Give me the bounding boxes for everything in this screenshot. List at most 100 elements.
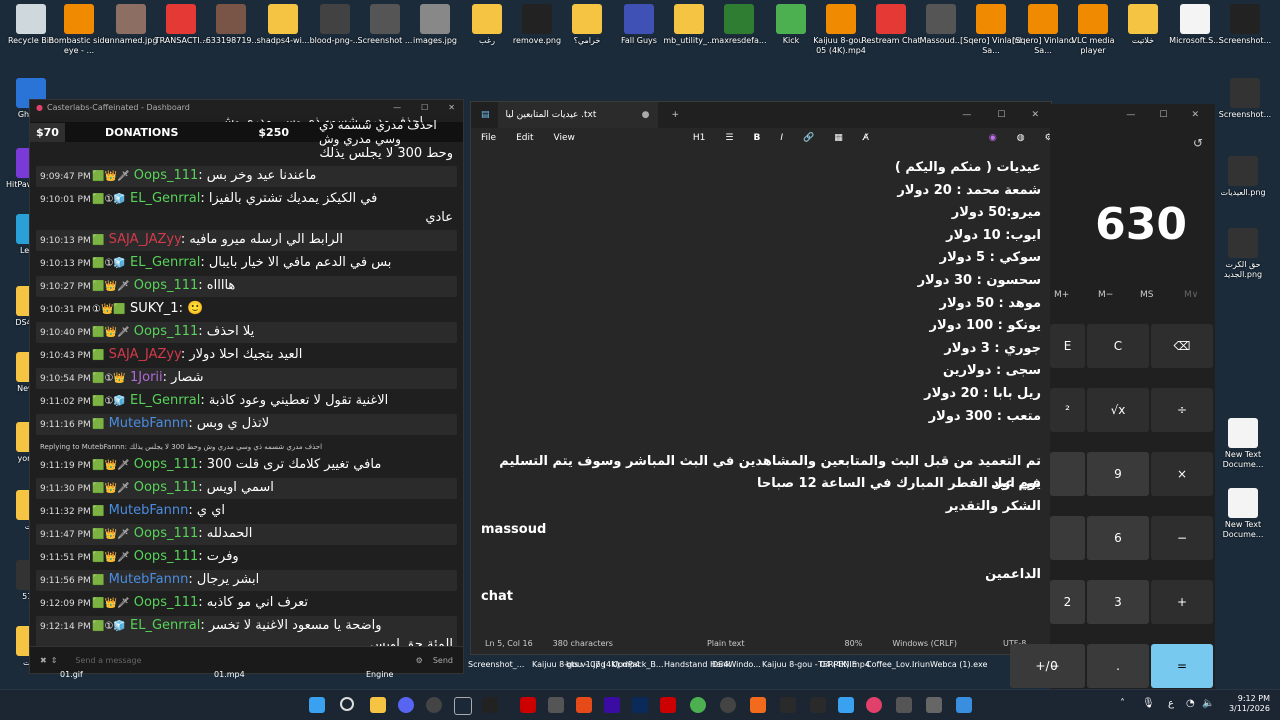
chat-username[interactable]: MutebFannn xyxy=(109,572,189,587)
chat-message[interactable]: 9:10:31 PM①👑🟩 SUKY_1: 🙂 xyxy=(36,299,457,320)
list-icon[interactable]: ☰ xyxy=(725,133,733,143)
chevron-up-icon[interactable]: ˄ xyxy=(1120,698,1125,709)
chat-message[interactable]: 9:10:54 PM🟩①👑 1Jorii: شصار xyxy=(36,368,457,389)
close-icon[interactable]: ✖ xyxy=(40,656,47,665)
chat-username[interactable]: EL_Genrral xyxy=(130,255,200,270)
menu-edit[interactable]: Edit xyxy=(516,133,533,143)
chat-username[interactable]: SAJA_JAZyy xyxy=(109,232,181,247)
calc-key-ce[interactable]: E xyxy=(1050,324,1085,368)
calc-key-2[interactable]: 2 xyxy=(1050,580,1085,624)
chat-message[interactable]: 9:11:56 PM🟩 MutebFannn: ابشر يرجال xyxy=(36,570,457,591)
maximize-button[interactable]: ☐ xyxy=(997,110,1005,120)
chat-username[interactable]: Oops_111 xyxy=(134,168,199,183)
desktop-icon-label[interactable]: 01.gif xyxy=(60,670,83,679)
desktop-icon-label[interactable]: IriunWebca (1).exe xyxy=(912,660,987,669)
tab-eidiyat[interactable]: عيديات المتابعين ليا .txt ● xyxy=(497,102,658,128)
italic-button[interactable]: I xyxy=(780,133,783,143)
chat-message[interactable]: 9:12:09 PM🟩👑🗡 Oops_111: تعرف اني مو كاذب… xyxy=(36,593,457,614)
desktop-icon-newtext2[interactable]: New Text Docume... xyxy=(1212,488,1274,540)
desktop-icon-label[interactable]: Coffee_Lov... xyxy=(866,660,917,669)
chat-username[interactable]: Oops_111 xyxy=(134,324,199,339)
chat-message[interactable]: 9:11:02 PM🟩①🧊 EL_Genrral: الاغنية تقول ل… xyxy=(36,391,457,412)
chat-username[interactable]: MutebFannn xyxy=(109,503,189,518)
photoshop-icon[interactable] xyxy=(632,697,648,713)
chat-username[interactable]: Oops_111 xyxy=(134,480,199,495)
app-icon[interactable] xyxy=(838,697,854,713)
calc-key-divide[interactable]: ÷ xyxy=(1151,388,1213,432)
chat-message[interactable]: 9:10:27 PM🟩👑🗡 Oops_111: هااااه xyxy=(36,276,457,297)
search-icon[interactable] xyxy=(340,697,354,711)
microphone-icon[interactable]: 🎙 xyxy=(1142,698,1155,709)
chevron-icon[interactable]: ⇕ xyxy=(51,656,58,665)
desktop-icon-label[interactable]: 01.mp4 xyxy=(214,670,245,679)
calc-key-backspace[interactable]: ⌫ xyxy=(1151,324,1213,368)
calc-key-3[interactable]: 3 xyxy=(1087,580,1149,624)
chat-message-list[interactable]: وحط 300 لا يجلس يذلك 9:09:47 PM🟩👑🗡 Oops_… xyxy=(30,142,463,647)
chat-username[interactable]: 1Jorii xyxy=(130,370,163,385)
volume-icon[interactable]: 🔈 xyxy=(1202,698,1214,709)
close-button[interactable]: ✕ xyxy=(448,103,455,112)
chat-username[interactable]: Oops_111 xyxy=(134,595,199,610)
chat-username[interactable]: Oops_111 xyxy=(134,526,199,541)
minimize-button[interactable]: — xyxy=(1126,110,1135,120)
app-icon[interactable] xyxy=(866,697,882,713)
chat-username[interactable]: SAJA_JAZyy xyxy=(109,347,181,362)
heading-dropdown[interactable]: H1 xyxy=(693,133,706,143)
memory-store-button[interactable]: MS xyxy=(1140,290,1153,300)
calc-key-decimal[interactable]: . xyxy=(1087,644,1149,688)
chat-message[interactable]: 9:09:47 PM🟩👑🗡 Oops_111: ماعندنا عيد وخر … xyxy=(36,166,457,187)
memory-add-button[interactable]: M+ xyxy=(1054,290,1069,300)
chat-message[interactable]: 9:11:47 PM🟩👑🗡 Oops_111: الحمدلله xyxy=(36,524,457,545)
minimize-button[interactable]: — xyxy=(393,103,401,112)
clock[interactable]: 9:12 PM 3/11/2026 xyxy=(1229,694,1270,714)
chat-message[interactable]: 9:10:01 PM🟩①🧊 EL_Genrral: في الكيكز يمدي… xyxy=(36,189,457,228)
link-icon[interactable]: 🔗 xyxy=(803,133,814,143)
chat-message[interactable]: 9:12:14 PM🟩①🧊 EL_Genrral: واضحة يا مسعود… xyxy=(36,616,457,647)
calc-key-5[interactable] xyxy=(1050,516,1085,560)
premiere-icon[interactable] xyxy=(604,697,620,713)
maximize-button[interactable]: ☐ xyxy=(1159,110,1167,120)
desktop-icon-label[interactable]: UpdPack_B... xyxy=(612,660,664,669)
memory-subtract-button[interactable]: M− xyxy=(1098,290,1113,300)
desktop-icon-label[interactable]: Engine xyxy=(366,670,393,679)
settings-icon[interactable]: ⚙ xyxy=(416,656,423,665)
app-icon[interactable] xyxy=(482,697,498,713)
desktop-icon-eidiyat[interactable]: العيديات.png xyxy=(1212,156,1274,198)
desktop-icon-haq[interactable]: حق الكرت الجديد.png xyxy=(1212,228,1274,280)
language-indicator[interactable]: ع xyxy=(1168,698,1174,709)
desktop-icon-screenshot-r[interactable]: Screenshot... xyxy=(1214,78,1276,120)
app-icon[interactable] xyxy=(926,697,942,713)
chat-username[interactable]: EL_Genrral xyxy=(130,191,200,206)
close-button[interactable]: ✕ xyxy=(1031,110,1039,120)
desktop-icon-label[interactable]: TERPENIE xyxy=(818,660,857,669)
desktop-icon-label[interactable]: Screenshot_... xyxy=(468,660,524,669)
brave-icon[interactable] xyxy=(750,697,766,713)
calc-key-9[interactable]: 9 xyxy=(1087,452,1149,496)
calc-key-sqrt[interactable]: √x xyxy=(1087,388,1149,432)
chat-message[interactable]: 9:11:16 PM🟩 MutebFannn: لاتذل ي وبس xyxy=(36,414,457,435)
chat-username[interactable]: Oops_111 xyxy=(134,278,199,293)
chat-message[interactable]: 9:11:51 PM🟩👑🗡 Oops_111: وفرت xyxy=(36,547,457,568)
chat-message[interactable]: 9:10:43 PM🟩 SAJA_JAZyy: العيد بتجيك احلا… xyxy=(36,345,457,366)
chat-message[interactable]: 9:10:13 PM🟩①🧊 EL_Genrral: بس في الدعم ما… xyxy=(36,253,457,274)
account-icon[interactable]: ◍ xyxy=(1017,133,1025,143)
app-icon[interactable] xyxy=(520,697,536,713)
chat-username[interactable]: Oops_111 xyxy=(134,549,199,564)
notepad-text-area[interactable]: عيديات ( منكم واليكم ) شمعة محمد : 20 دول… xyxy=(481,157,1041,609)
chat-message[interactable]: Replying to MutebFannn: احذف مدري شسمه ذ… xyxy=(36,437,457,476)
menu-view[interactable]: View xyxy=(554,133,575,143)
desktop-icon-newtext1[interactable]: New Text Docume... xyxy=(1212,418,1274,470)
table-icon[interactable]: ▦ xyxy=(834,133,843,143)
desktop-icon-label[interactable]: bts.v1.jpg xyxy=(566,660,606,669)
calc-key-equals[interactable]: = xyxy=(1151,644,1213,688)
file-explorer-icon[interactable] xyxy=(370,697,386,713)
calc-key-clear[interactable]: C xyxy=(1087,324,1149,368)
history-icon[interactable]: ↺ xyxy=(1193,136,1203,150)
calc-key-multiply[interactable]: × xyxy=(1151,452,1213,496)
app-icon[interactable] xyxy=(780,697,796,713)
app-icon[interactable] xyxy=(660,697,676,713)
calc-key-6[interactable]: 6 xyxy=(1087,516,1149,560)
memory-list-button[interactable]: M∨ xyxy=(1184,290,1198,300)
bold-button[interactable]: B xyxy=(753,133,760,143)
app-icon[interactable] xyxy=(810,697,826,713)
